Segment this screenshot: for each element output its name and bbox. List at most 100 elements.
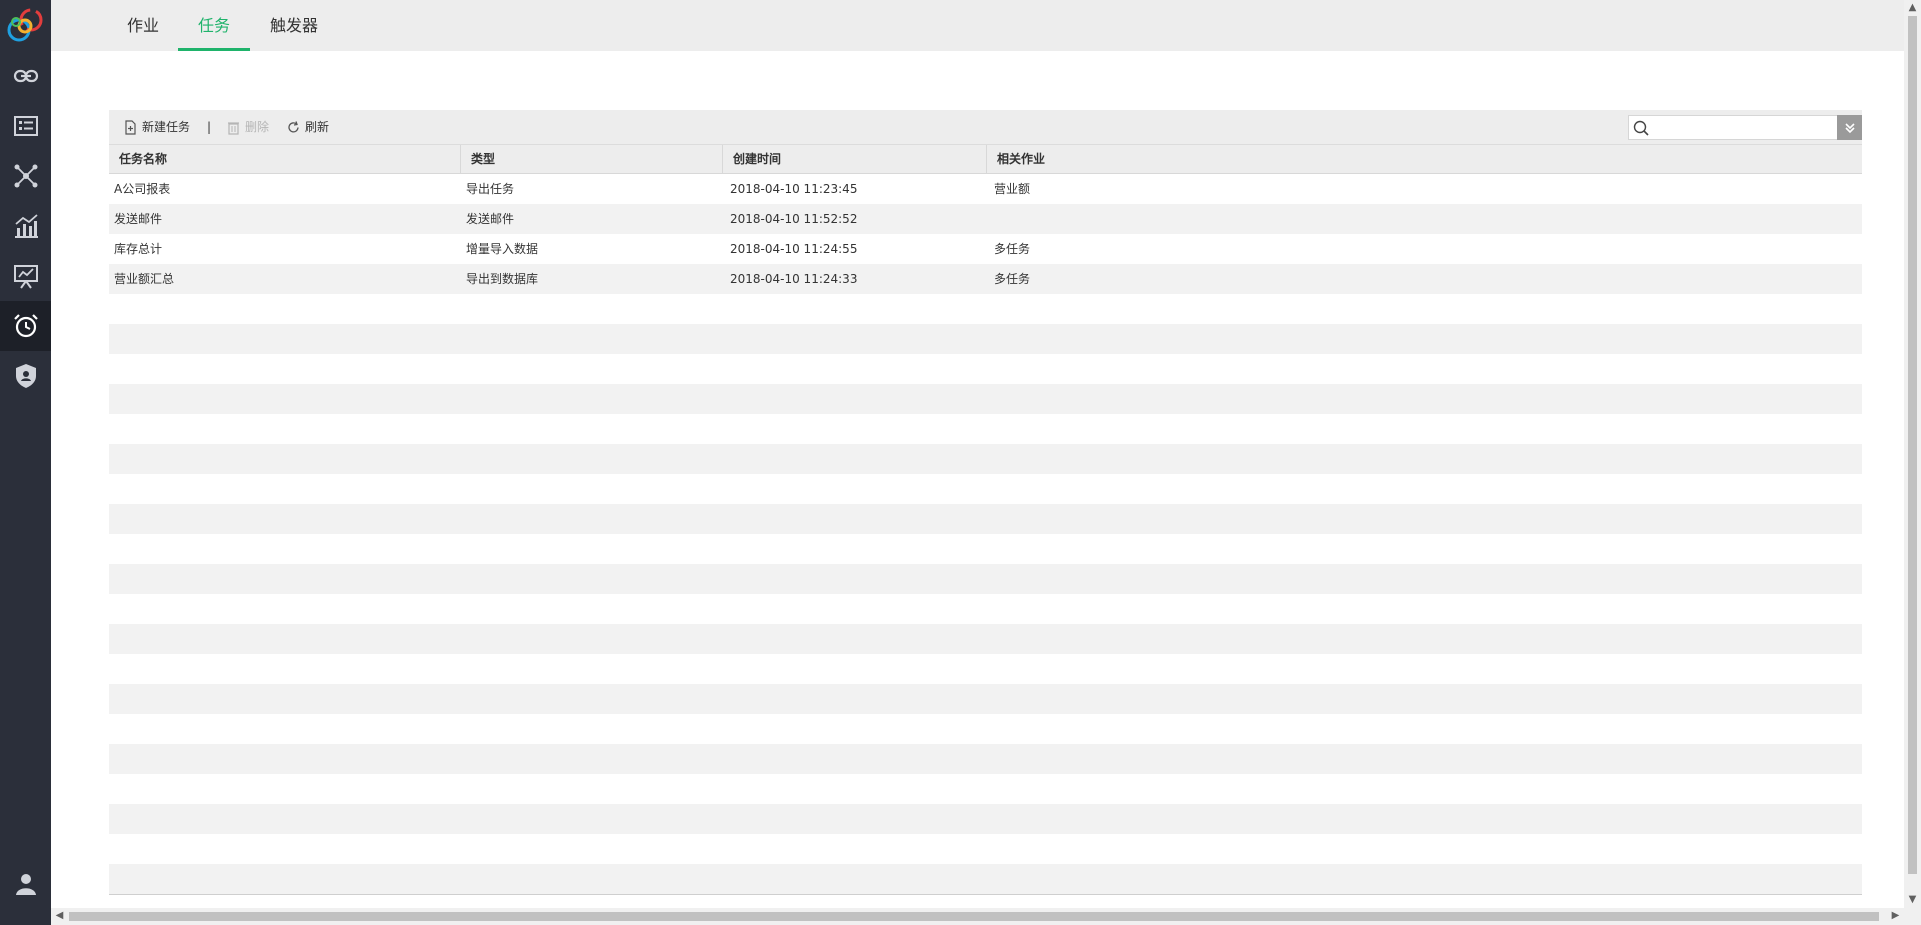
cell-created-time: 2018-04-10 11:23:45 (730, 182, 858, 196)
cell-created-time: 2018-04-10 11:52:52 (730, 212, 858, 226)
delete-button[interactable]: 删除 (226, 119, 269, 135)
empty-row (109, 864, 1862, 894)
cell-type: 导出任务 (466, 182, 515, 196)
rail-dashboard-button[interactable] (0, 251, 51, 301)
cell-task-name: A公司报表 (114, 182, 171, 196)
search-box (1628, 115, 1838, 140)
empty-row (109, 384, 1862, 414)
scroll-up-arrow-icon[interactable]: ▲ (1904, 0, 1921, 16)
empty-row (109, 564, 1862, 594)
empty-row (109, 684, 1862, 714)
user-icon (15, 874, 36, 895)
list-card-icon (13, 116, 38, 136)
cell-created-time: 2018-04-10 11:24:33 (730, 272, 858, 286)
left-nav-rail (0, 0, 51, 925)
vertical-scroll-thumb[interactable] (1908, 16, 1917, 874)
tab-tasks[interactable]: 任务 (178, 0, 250, 51)
expand-filter-button[interactable] (1837, 115, 1862, 140)
column-header-related-job[interactable]: 相关作业 (987, 145, 1862, 174)
search-icon (1633, 120, 1649, 136)
empty-row (109, 624, 1862, 654)
scroll-right-arrow-icon[interactable]: ▶ (1887, 908, 1904, 924)
empty-row (109, 654, 1862, 684)
rail-security-button[interactable] (0, 351, 51, 401)
column-header-type[interactable]: 类型 (461, 145, 723, 174)
cell-type: 发送邮件 (466, 212, 515, 226)
empty-row (109, 594, 1862, 624)
scroll-down-arrow-icon[interactable]: ▼ (1904, 892, 1921, 908)
top-tab-bar: 作业 任务 触发器 (51, 0, 1904, 51)
table-row[interactable]: A公司报表 导出任务 2018-04-10 11:23:45 营业额 (109, 174, 1862, 204)
table-bottom-border (109, 894, 1862, 895)
empty-row (109, 804, 1862, 834)
delete-label: 删除 (245, 120, 270, 134)
scroll-left-arrow-icon[interactable]: ◀ (51, 908, 68, 924)
cell-related-job: 多任务 (994, 272, 1031, 286)
new-file-icon (125, 119, 136, 135)
column-header-created-time[interactable]: 创建时间 (723, 145, 987, 174)
toolbar-separator: | (207, 120, 212, 134)
horizontal-scrollbar[interactable]: ◀ ▶ (51, 908, 1904, 925)
refresh-label: 刷新 (305, 120, 330, 134)
presentation-icon (13, 265, 38, 289)
cell-type: 导出到数据库 (466, 272, 539, 286)
cell-related-job: 营业额 (994, 182, 1031, 196)
active-tab-indicator (178, 48, 250, 51)
tab-label: 作业 (126, 16, 159, 35)
refresh-icon (288, 120, 299, 132)
link-icon (13, 69, 38, 83)
rail-list-button[interactable] (0, 101, 51, 151)
grid-toolbar: 新建任务 | 删除 刷新 (109, 110, 1862, 144)
tab-jobs[interactable]: 作业 (116, 0, 170, 51)
tab-label: 任务 (197, 16, 230, 35)
shield-user-icon (15, 364, 36, 388)
empty-row (109, 354, 1862, 384)
tab-triggers[interactable]: 触发器 (258, 0, 330, 51)
rail-network-button[interactable] (0, 151, 51, 201)
cell-task-name: 发送邮件 (114, 212, 163, 226)
empty-row (109, 534, 1862, 564)
empty-row (109, 294, 1862, 324)
cell-task-name: 库存总计 (114, 242, 163, 256)
search-input[interactable] (1655, 118, 1835, 139)
network-icon (14, 164, 37, 188)
cell-related-job: 多任务 (994, 242, 1031, 256)
empty-row (109, 504, 1862, 534)
rail-schedule-button[interactable] (0, 301, 51, 351)
alarm-clock-icon (13, 314, 38, 338)
table-body: A公司报表 导出任务 2018-04-10 11:23:45 营业额 发送邮件 … (109, 174, 1862, 894)
table-header: 任务名称 类型 创建时间 相关作业 (109, 144, 1862, 174)
double-chevron-down-icon (1844, 122, 1855, 133)
empty-row (109, 744, 1862, 774)
logo-rings-icon (7, 8, 43, 42)
cell-created-time: 2018-04-10 11:24:55 (730, 242, 858, 256)
table-row[interactable]: 营业额汇总 导出到数据库 2018-04-10 11:24:33 多任务 (109, 264, 1862, 294)
new-task-label: 新建任务 (142, 120, 191, 134)
empty-row (109, 414, 1862, 444)
empty-row (109, 444, 1862, 474)
empty-row (109, 834, 1862, 864)
column-header-task-name[interactable]: 任务名称 (109, 145, 461, 174)
rail-link-button[interactable] (0, 51, 51, 101)
cell-related-job (989, 204, 994, 234)
tab-label: 触发器 (269, 16, 318, 35)
rail-user-button[interactable] (0, 859, 51, 909)
cell-task-name: 营业额汇总 (114, 272, 175, 286)
vertical-scrollbar[interactable]: ▲ ▼ (1904, 0, 1921, 908)
task-grid-panel: 新建任务 | 删除 刷新 任务名称 类型 创建时间 相关作业 A公司报表 导出任… (109, 110, 1862, 896)
empty-row (109, 714, 1862, 744)
cell-type: 增量导入数据 (466, 242, 539, 256)
horizontal-scroll-thumb[interactable] (69, 912, 1879, 921)
new-task-button[interactable]: 新建任务 (123, 119, 190, 135)
table-row[interactable]: 库存总计 增量导入数据 2018-04-10 11:24:55 多任务 (109, 234, 1862, 264)
rail-chart-button[interactable] (0, 201, 51, 251)
empty-row (109, 774, 1862, 804)
empty-row (109, 474, 1862, 504)
bar-chart-icon (14, 214, 38, 238)
scrollbar-corner (1904, 908, 1921, 925)
app-logo (0, 0, 51, 51)
table-row[interactable]: 发送邮件 发送邮件 2018-04-10 11:52:52 (109, 204, 1862, 234)
refresh-button[interactable]: 刷新 (286, 119, 329, 135)
trash-icon (228, 121, 239, 135)
empty-row (109, 324, 1862, 354)
